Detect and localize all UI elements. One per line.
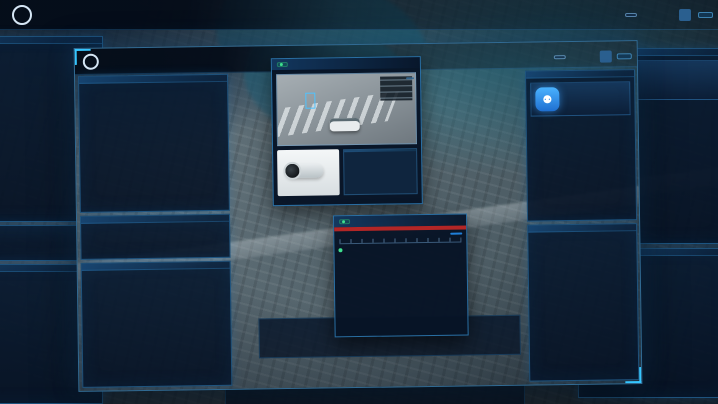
people-panel: ⚉ [525, 69, 637, 222]
logout-button[interactable] [617, 53, 632, 59]
device-stats-panel [80, 214, 231, 260]
feed-decoration [380, 76, 412, 100]
video-popup-header [272, 57, 420, 70]
status-bar [625, 2, 713, 28]
app-logo [83, 53, 99, 69]
feed-decoration [330, 118, 360, 131]
online-dot-icon [280, 63, 283, 66]
broadcast-log-list [82, 269, 230, 277]
online-badge [277, 62, 288, 67]
attributes-panel [527, 223, 639, 382]
now-playing-row [334, 229, 466, 237]
program-dot-icon [338, 248, 342, 252]
view-3d-toggle[interactable] [554, 55, 566, 59]
camera-product-image [277, 149, 340, 196]
total-people-card: ⚉ [530, 81, 630, 116]
online-dot-icon [342, 220, 345, 223]
people-icon: ⚉ [535, 87, 559, 111]
fullscreen-icon[interactable] [679, 9, 691, 21]
status-bar [554, 43, 632, 70]
video-stat-grid [344, 151, 416, 156]
camera-list [527, 119, 635, 121]
fullscreen-icon[interactable] [600, 50, 612, 62]
device-stats-card [343, 148, 418, 195]
listen-button[interactable] [450, 233, 462, 235]
video-popup-body [277, 148, 418, 196]
app-logo [12, 5, 32, 25]
program-schedule [335, 252, 467, 256]
alarm-tile-grid [79, 82, 227, 94]
video-feed[interactable] [276, 72, 417, 146]
feed-pager[interactable] [406, 77, 414, 79]
logout-button[interactable] [698, 12, 713, 18]
alarm-stats-panel [78, 74, 230, 213]
broadcast-popup [333, 213, 469, 337]
online-badge [339, 219, 350, 224]
smart-city-dashboard: ⚉ [0, 0, 718, 404]
video-popup [271, 56, 423, 206]
dispatch-window[interactable]: ⚉ [74, 40, 643, 392]
device-stats-row [81, 222, 229, 232]
feed-decoration [305, 93, 315, 109]
broadcast-log-panel [81, 261, 233, 388]
view-3d-toggle[interactable] [625, 13, 637, 17]
playback-progress[interactable] [339, 238, 461, 245]
bg-topbar [0, 0, 718, 30]
